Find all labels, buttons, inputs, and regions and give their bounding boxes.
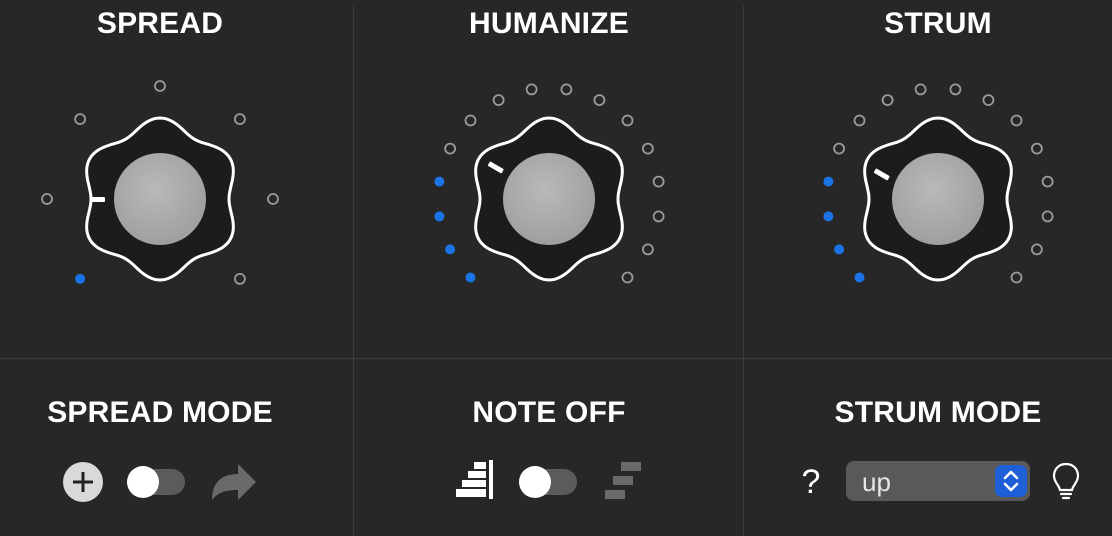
humanize-knob-step-dot bbox=[464, 114, 477, 127]
humanize-knob-step-dot bbox=[434, 176, 445, 187]
strum-knob-step-dot bbox=[823, 176, 834, 187]
spread-knob-step-dot bbox=[154, 80, 166, 92]
stacked-bars-icon[interactable] bbox=[456, 460, 496, 502]
strum-knob-step-dot bbox=[1041, 210, 1054, 223]
strum-knob-step-dot bbox=[1031, 243, 1043, 256]
spread-knob-step-dot bbox=[74, 113, 86, 125]
toggle-thumb bbox=[519, 466, 551, 498]
strum-knob-cap bbox=[892, 153, 984, 245]
strum-knob[interactable] bbox=[823, 83, 1054, 284]
humanize-knob-step-dot bbox=[492, 94, 505, 106]
spread-knob-step-dot bbox=[233, 272, 246, 285]
strum-knob-step-dot bbox=[914, 83, 927, 96]
humanize-knob[interactable] bbox=[434, 83, 665, 284]
humanize-knob-step-dot bbox=[593, 94, 606, 106]
humanize-knob-step-dot bbox=[652, 175, 665, 188]
strum-knob-step-dot bbox=[833, 142, 845, 155]
humanize-knob-step-dot bbox=[642, 243, 654, 256]
strum-knob-step-dot bbox=[853, 114, 866, 127]
spread-mode-toggle[interactable] bbox=[127, 466, 185, 498]
lightbulb-icon[interactable] bbox=[1051, 461, 1081, 501]
strum-knob-step-dot bbox=[1010, 114, 1023, 127]
strum-knob-step-dot bbox=[1010, 271, 1023, 284]
spread-knob-step-dot bbox=[41, 193, 53, 205]
humanize-knob-step-dot bbox=[652, 210, 665, 223]
staggered-steps-icon[interactable] bbox=[603, 460, 643, 502]
spread-knob-indicator bbox=[90, 197, 105, 202]
toggle-thumb bbox=[127, 466, 159, 498]
strum-knob-step-dot bbox=[854, 272, 865, 283]
humanize-knob-step-dot bbox=[434, 211, 445, 222]
strum-knob-step-dot bbox=[834, 244, 845, 255]
humanize-knob-step-dot bbox=[465, 272, 476, 283]
knobs-layer bbox=[41, 80, 1054, 285]
spread-knob-step-dot bbox=[75, 273, 86, 284]
strum-knob-step-dot bbox=[881, 94, 894, 106]
arrow-turn-right-icon[interactable] bbox=[208, 460, 260, 504]
strum-knob-step-dot bbox=[823, 211, 834, 222]
spread-knob-cap bbox=[114, 153, 206, 245]
strum-knob-step-dot bbox=[949, 83, 962, 96]
note-off-toggle[interactable] bbox=[519, 466, 577, 498]
humanize-knob-step-dot bbox=[642, 142, 654, 155]
strum-mode-title: STRUM MODE bbox=[834, 396, 1042, 429]
spread-mode-title: SPREAD MODE bbox=[47, 396, 273, 429]
humanize-knob-step-dot bbox=[525, 83, 538, 96]
strum-mode-select-value: up bbox=[862, 467, 891, 497]
strum-knob-step-dot bbox=[1031, 142, 1043, 155]
spread-knob-step-dot bbox=[267, 193, 279, 205]
humanize-knob-step-dot bbox=[621, 114, 634, 127]
note-off-title: NOTE OFF bbox=[472, 396, 626, 429]
spread-knob-step-dot bbox=[233, 113, 246, 125]
strum-mode-select[interactable]: up bbox=[846, 461, 1030, 501]
strum-knob-step-dot bbox=[1041, 175, 1054, 188]
strum-knob-step-dot bbox=[982, 94, 995, 106]
plus-circle-icon[interactable] bbox=[63, 462, 103, 502]
humanize-knob-step-dot bbox=[445, 244, 456, 255]
humanize-knob-step-dot bbox=[621, 271, 634, 284]
question-mark-icon[interactable]: ? bbox=[797, 462, 825, 502]
spread-knob[interactable] bbox=[41, 80, 279, 285]
humanize-knob-step-dot bbox=[444, 142, 457, 155]
humanize-knob-step-dot bbox=[560, 83, 573, 96]
humanize-knob-cap bbox=[503, 153, 595, 245]
chevron-up-down-icon[interactable] bbox=[995, 465, 1027, 497]
